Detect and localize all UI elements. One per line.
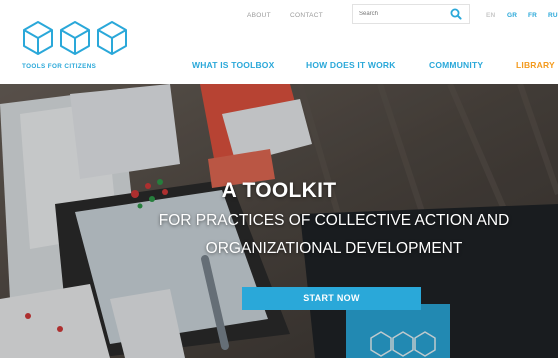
- hero-banner: A TOOLKIT FOR PRACTICES OF COLLECTIVE AC…: [0, 84, 558, 358]
- lang-fr[interactable]: FR: [528, 12, 537, 19]
- nav-library[interactable]: LIBRARY: [516, 60, 555, 70]
- site-logo[interactable]: TOOLS FOR CITIZENS: [22, 20, 132, 72]
- logo-text: TOOLS FOR CITIZENS: [22, 63, 97, 70]
- hero-subtitle-line2: ORGANIZATIONAL DEVELOPMENT: [205, 240, 463, 257]
- hero-subtitle-line1: FOR PRACTICES OF COLLECTIVE ACTION AND: [158, 212, 510, 229]
- search-input[interactable]: [353, 5, 445, 23]
- lang-gr[interactable]: GR: [507, 12, 517, 19]
- contact-link[interactable]: CONTACT: [290, 12, 323, 19]
- nav-what-is-toolbox[interactable]: WHAT IS TOOLBOX: [192, 60, 275, 70]
- site-header: TOOLS FOR CITIZENS ABOUT CONTACT EN GR F…: [0, 0, 558, 84]
- start-now-button[interactable]: START NOW: [242, 287, 421, 310]
- lang-ru[interactable]: RU: [548, 12, 558, 19]
- nav-how-does-it-work[interactable]: HOW DOES IT WORK: [306, 60, 396, 70]
- about-link[interactable]: ABOUT: [247, 12, 271, 19]
- nav-community[interactable]: COMMUNITY: [429, 60, 483, 70]
- lang-en[interactable]: EN: [486, 12, 495, 19]
- search-box: [352, 4, 470, 24]
- search-button[interactable]: [445, 6, 467, 22]
- hero-title: A TOOLKIT: [221, 179, 337, 202]
- cube-logo-icon: [23, 21, 127, 55]
- search-icon: [450, 8, 462, 20]
